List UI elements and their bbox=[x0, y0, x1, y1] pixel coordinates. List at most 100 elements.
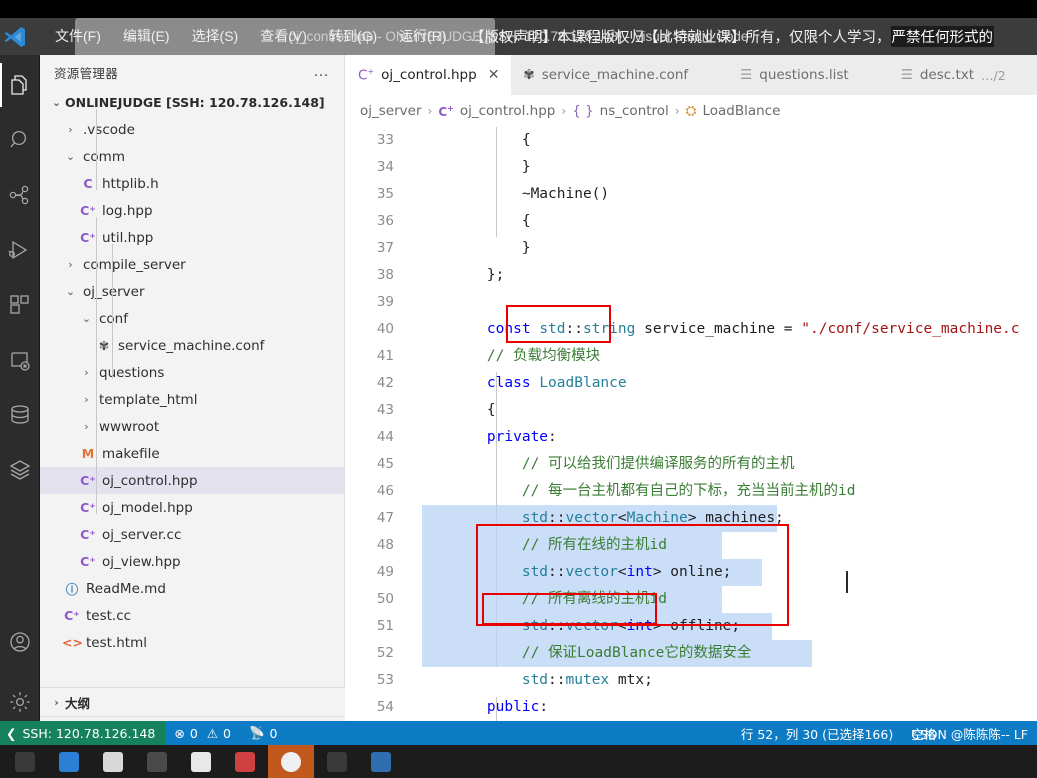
tree-item-test-cc[interactable]: C⁺ test.cc bbox=[40, 602, 344, 629]
code-token: // 保证LoadBlance它的数据安全 bbox=[452, 645, 752, 661]
code-line[interactable]: 33 { bbox=[346, 127, 1037, 154]
status-radio-tower[interactable]: 📡 0 bbox=[240, 725, 287, 741]
tree-guide-line bbox=[112, 244, 113, 379]
breadcrumb-item-folder[interactable]: oj_server bbox=[360, 103, 422, 119]
status-problems[interactable]: ⊗ 0 ⚠ 0 bbox=[165, 726, 240, 741]
menu-file[interactable]: 文件(F) bbox=[44, 18, 112, 55]
tree-item-oj_server[interactable]: ⌄ oj_server bbox=[40, 278, 344, 305]
account-icon[interactable] bbox=[0, 620, 40, 664]
breadcrumb-item-file[interactable]: oj_control.hpp bbox=[460, 103, 556, 119]
menu-edit[interactable]: 编辑(E) bbox=[112, 18, 181, 55]
taskbar-item[interactable] bbox=[360, 745, 402, 778]
menu-view[interactable]: 查看(V) bbox=[249, 18, 318, 55]
code-line[interactable]: 54 public: bbox=[346, 694, 1037, 721]
chevron-right-icon[interactable]: › bbox=[78, 366, 95, 379]
chevron-right-icon[interactable]: › bbox=[62, 258, 79, 271]
chevron-right-icon[interactable]: › bbox=[62, 123, 79, 136]
tree-item-log-hpp[interactable]: C⁺ log.hpp bbox=[40, 197, 344, 224]
status-cursor-position[interactable]: 行 52，列 30 (已选择166) bbox=[732, 724, 902, 743]
breadcrumb-item-namespace[interactable]: ns_control bbox=[600, 103, 669, 119]
code-line[interactable]: 52 // 保证LoadBlance它的数据安全 bbox=[346, 640, 1037, 667]
tree-item-oj_model-hpp[interactable]: C⁺ oj_model.hpp bbox=[40, 494, 344, 521]
workspace-root-row[interactable]: ⌄ ONLINEJUDGE [SSH: 120.78.126.148] bbox=[40, 89, 344, 115]
tree-item-util-hpp[interactable]: C⁺ util.hpp bbox=[40, 224, 344, 251]
taskbar-item[interactable] bbox=[136, 745, 178, 778]
tab-questions-list[interactable]: ☰ questions.list bbox=[728, 55, 861, 95]
remote-explorer-icon[interactable] bbox=[0, 338, 40, 382]
line-number: 34 bbox=[376, 159, 394, 175]
taskbar-item[interactable] bbox=[92, 745, 134, 778]
code-line[interactable]: 46 // 每一台主机都有自己的下标，充当当前主机的id bbox=[346, 478, 1037, 505]
taskbar-item[interactable] bbox=[268, 745, 314, 778]
search-icon[interactable] bbox=[0, 118, 40, 162]
taskbar-item[interactable] bbox=[4, 745, 46, 778]
code-editor[interactable]: I CSDN @陈陈陈 33 {34 }35 ~Machine()36 {37 … bbox=[346, 127, 1037, 745]
tree-item-comm[interactable]: ⌄ comm bbox=[40, 143, 344, 170]
layers-icon[interactable] bbox=[0, 448, 40, 492]
tree-item-conf[interactable]: ⌄ conf bbox=[40, 305, 344, 332]
code-line[interactable]: 44 private: bbox=[346, 424, 1037, 451]
menu-goto[interactable]: 转到(G) bbox=[318, 18, 388, 55]
tree-item-compile_server[interactable]: › compile_server bbox=[40, 251, 344, 278]
panel-outline[interactable]: › 大纲 bbox=[40, 687, 345, 716]
code-line[interactable]: 45 // 可以给我们提供编译服务的所有的主机 bbox=[346, 451, 1037, 478]
tree-item-label: makefile bbox=[102, 445, 160, 462]
code-line[interactable]: 37 } bbox=[346, 235, 1037, 262]
vscode-logo-icon bbox=[2, 24, 28, 50]
code-line[interactable]: 41 // 负载均衡模块 bbox=[346, 343, 1037, 370]
tree-item-questions[interactable]: › questions bbox=[40, 359, 344, 386]
taskbar-item[interactable] bbox=[224, 745, 266, 778]
run-debug-icon[interactable] bbox=[0, 228, 40, 272]
code-line[interactable]: 40 const std::string service_machine = "… bbox=[346, 316, 1037, 343]
code-line[interactable]: 36 { bbox=[346, 208, 1037, 235]
code-line[interactable]: 39 bbox=[346, 289, 1037, 316]
menu-select[interactable]: 选择(S) bbox=[181, 18, 250, 55]
chevron-down-icon[interactable]: ⌄ bbox=[78, 312, 95, 325]
close-icon[interactable]: ✕ bbox=[488, 67, 500, 83]
os-taskbar[interactable] bbox=[0, 745, 1037, 778]
code-line[interactable]: 35 ~Machine() bbox=[346, 181, 1037, 208]
source-control-icon[interactable] bbox=[0, 173, 40, 217]
tree-item-oj_server-cc[interactable]: C⁺ oj_server.cc bbox=[40, 521, 344, 548]
chevron-down-icon[interactable]: ⌄ bbox=[62, 150, 79, 163]
tree-item-httplib-h[interactable]: Chttplib.h bbox=[40, 170, 344, 197]
status-remote-host[interactable]: ❮ SSH: 120.78.126.148 bbox=[0, 721, 166, 745]
settings-gear-icon[interactable] bbox=[0, 680, 40, 724]
tree-item-wwwroot[interactable]: › wwwroot bbox=[40, 413, 344, 440]
database-icon[interactable] bbox=[0, 393, 40, 437]
tree-item-readme-md[interactable]: ⓘ ReadMe.md bbox=[40, 575, 344, 602]
chevron-right-icon[interactable]: › bbox=[78, 420, 95, 433]
file-tree[interactable]: › .vscode ⌄ comm Chttplib.h C⁺ log.hpp C⁺ util.h… bbox=[40, 109, 344, 715]
menu-run[interactable]: 运行(R) bbox=[388, 18, 457, 55]
tree-item-test-html[interactable]: <> test.html bbox=[40, 629, 344, 656]
code-token: } bbox=[452, 159, 531, 175]
taskbar-item[interactable] bbox=[48, 745, 90, 778]
tree-item-service_machine-conf[interactable]: ✾ service_machine.conf bbox=[40, 332, 344, 359]
menu-bar[interactable]: 文件(F) 编辑(E) 选择(S) 查看(V) 转到(G) 运行(R) … bbox=[44, 18, 499, 55]
tab-service-machine-conf[interactable]: ✾ service_machine.conf bbox=[511, 55, 700, 95]
explorer-more-button[interactable]: … bbox=[313, 64, 330, 80]
code-line[interactable]: 42 class LoadBlance bbox=[346, 370, 1037, 397]
code-line[interactable]: 43 { bbox=[346, 397, 1037, 424]
tab-desc-txt[interactable]: ☰ desc.txt …/2 bbox=[889, 55, 1018, 95]
tree-item--vscode[interactable]: › .vscode bbox=[40, 116, 344, 143]
taskbar-item[interactable] bbox=[180, 745, 222, 778]
taskbar-item[interactable] bbox=[316, 745, 358, 778]
explorer-icon[interactable] bbox=[0, 63, 40, 107]
tree-item-oj_control-hpp[interactable]: C⁺ oj_control.hpp bbox=[40, 467, 344, 494]
tree-item-template_html[interactable]: › template_html bbox=[40, 386, 344, 413]
tab-oj-control-hpp[interactable]: C+ oj_control.hpp ✕ bbox=[346, 55, 512, 95]
code-line[interactable]: 38 }; bbox=[346, 262, 1037, 289]
extensions-icon[interactable] bbox=[0, 283, 40, 327]
chevron-down-icon[interactable]: ⌄ bbox=[62, 285, 79, 298]
code-line[interactable]: 34 } bbox=[346, 154, 1037, 181]
tree-item-label: comm bbox=[83, 148, 125, 165]
code-line[interactable]: 53 std::mutex mtx; bbox=[346, 667, 1037, 694]
status-encoding-watermark[interactable]: 空格 CSDN @陈陈陈-- LF bbox=[902, 724, 1037, 743]
chevron-right-icon[interactable]: › bbox=[78, 393, 95, 406]
tree-item-oj_view-hpp[interactable]: C⁺ oj_view.hpp bbox=[40, 548, 344, 575]
breadcrumb-item-class[interactable]: LoadBlance bbox=[702, 103, 780, 119]
remote-icon: ❮ bbox=[6, 725, 17, 741]
tree-item-makefile[interactable]: Mmakefile bbox=[40, 440, 344, 467]
tree-item-label: compile_server bbox=[83, 256, 186, 273]
